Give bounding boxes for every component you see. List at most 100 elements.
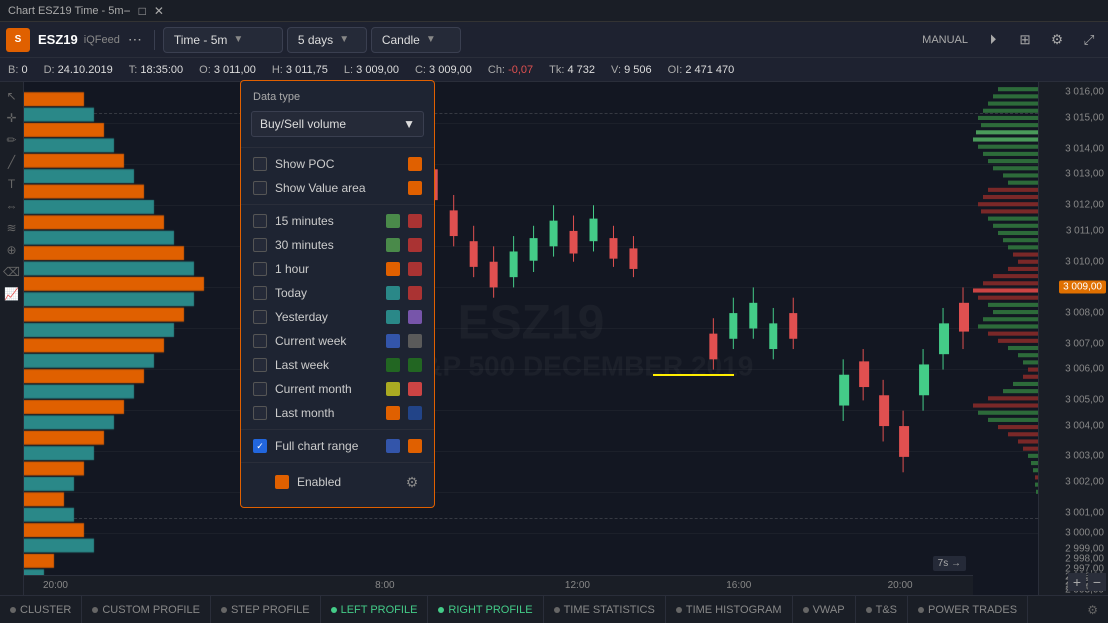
enabled-row[interactable]: Enabled ⚙ — [241, 467, 434, 497]
time-histogram-label: TIME HISTOGRAM — [686, 604, 782, 616]
power-trades-button[interactable]: POWER TRADES — [908, 596, 1028, 623]
current-week-checkbox[interactable] — [253, 334, 267, 348]
current-week-row[interactable]: Current week — [241, 329, 434, 353]
last-week-checkbox[interactable] — [253, 358, 267, 372]
last-month-checkbox[interactable] — [253, 406, 267, 420]
data-v: V: 9 506 — [611, 64, 652, 76]
yesterday-checkbox[interactable] — [253, 310, 267, 324]
data-type-select[interactable]: Buy/Sell volume ▼ — [251, 111, 424, 137]
replay-button[interactable]: ⏵ — [980, 27, 1006, 53]
show-value-area-checkbox[interactable] — [253, 181, 267, 195]
power-trades-dot — [918, 607, 924, 613]
expand-button[interactable]: ⤢ — [1076, 27, 1102, 53]
draw-tool[interactable]: ✏ — [2, 130, 22, 150]
15min-color1[interactable] — [386, 214, 400, 228]
zoom-out-button[interactable]: − — [1088, 573, 1106, 591]
step-profile-button[interactable]: STEP PROFILE — [211, 596, 321, 623]
show-value-area-row[interactable]: Show Value area — [241, 176, 434, 200]
indicator-tool[interactable]: 📈 — [2, 284, 22, 304]
current-month-row[interactable]: Current month — [241, 377, 434, 401]
scroll-hint: 7s → — [933, 556, 966, 571]
cursor-tool[interactable]: ↖ — [2, 86, 22, 106]
enabled-color[interactable] — [275, 475, 289, 489]
current-month-checkbox[interactable] — [253, 382, 267, 396]
yesterday-color1[interactable] — [386, 310, 400, 324]
ts-dot — [866, 607, 872, 613]
ts-button[interactable]: T&S — [856, 596, 908, 623]
today-color1[interactable] — [386, 286, 400, 300]
yesterday-row[interactable]: Yesterday — [241, 305, 434, 329]
30min-color1[interactable] — [386, 238, 400, 252]
range-dropdown[interactable]: 5 days ▼ — [287, 27, 367, 53]
yesterday-color2[interactable] — [408, 310, 422, 324]
1hour-checkbox[interactable] — [253, 262, 267, 276]
1hour-row[interactable]: 1 hour — [241, 257, 434, 281]
last-month-color1[interactable] — [386, 406, 400, 420]
last-week-row[interactable]: Last week — [241, 353, 434, 377]
30min-checkbox[interactable] — [253, 238, 267, 252]
eraser-tool[interactable]: ⌫ — [2, 262, 22, 282]
fib-tool[interactable]: ≋ — [2, 218, 22, 238]
last-week-color1[interactable] — [386, 358, 400, 372]
time-statistics-button[interactable]: TIME STATISTICS — [544, 596, 666, 623]
show-poc-label: Show POC — [275, 157, 400, 171]
15min-color2[interactable] — [408, 214, 422, 228]
today-row[interactable]: Today — [241, 281, 434, 305]
15min-row[interactable]: 15 minutes — [241, 209, 434, 233]
time-histogram-button[interactable]: TIME HISTOGRAM — [666, 596, 793, 623]
custom-profile-button[interactable]: CUSTOM PROFILE — [82, 596, 211, 623]
cluster-button[interactable]: CLUSTER — [0, 596, 82, 623]
show-poc-color[interactable] — [408, 157, 422, 171]
current-month-color2[interactable] — [408, 382, 422, 396]
data-type-panel: Data type Buy/Sell volume ▼ Show POC Sho… — [240, 80, 435, 508]
charttype-dropdown[interactable]: Candle ▼ — [371, 27, 461, 53]
zoom-tool[interactable]: ⊕ — [2, 240, 22, 260]
data-ch: Ch: -0,07 — [488, 64, 533, 76]
minimize-button[interactable]: − — [124, 4, 131, 18]
show-poc-row[interactable]: Show POC — [241, 152, 434, 176]
right-volume-profile — [973, 82, 1038, 575]
crosshair-tool[interactable]: ✛ — [2, 108, 22, 128]
full-chart-range-color1[interactable] — [386, 439, 400, 453]
full-chart-range-color2[interactable] — [408, 439, 422, 453]
enabled-settings-icon[interactable]: ⚙ — [402, 472, 422, 492]
panel-divider — [241, 429, 434, 430]
left-profile-button[interactable]: LEFT PROFILE — [321, 596, 429, 623]
power-trades-label: POWER TRADES — [928, 604, 1017, 616]
line-tool[interactable]: ╱ — [2, 152, 22, 172]
close-button[interactable]: ✕ — [154, 4, 164, 18]
time-label-4: 16:00 — [726, 580, 751, 591]
last-month-color2[interactable] — [408, 406, 422, 420]
30min-row[interactable]: 30 minutes — [241, 233, 434, 257]
timeframe-dropdown[interactable]: Time - 5m ▼ — [163, 27, 283, 53]
full-chart-range-row[interactable]: Full chart range — [241, 434, 434, 458]
today-color2[interactable] — [408, 286, 422, 300]
symbol-menu-button[interactable]: ⋯ — [124, 29, 146, 50]
show-value-area-color[interactable] — [408, 181, 422, 195]
ruler-tool[interactable]: ⇔ — [2, 196, 22, 216]
bottom-settings-button[interactable]: ⚙ — [1077, 603, 1108, 617]
settings-button[interactable]: ⚙ — [1044, 27, 1070, 53]
zoom-in-button[interactable]: + — [1068, 573, 1086, 591]
last-month-label: Last month — [275, 406, 378, 420]
current-week-color1[interactable] — [386, 334, 400, 348]
today-checkbox[interactable] — [253, 286, 267, 300]
1hour-color1[interactable] — [386, 262, 400, 276]
30min-color2[interactable] — [408, 238, 422, 252]
last-week-color2[interactable] — [408, 358, 422, 372]
last-month-row[interactable]: Last month — [241, 401, 434, 425]
1hour-color2[interactable] — [408, 262, 422, 276]
show-poc-checkbox[interactable] — [253, 157, 267, 171]
full-chart-range-checkbox[interactable] — [253, 439, 267, 453]
15min-checkbox[interactable] — [253, 214, 267, 228]
chart-area[interactable]: ESZ19 E-MINI S&P 500 DECEMBER 2019 — [24, 82, 1038, 595]
enabled-label: Enabled — [297, 475, 394, 489]
current-week-color2[interactable] — [408, 334, 422, 348]
grid-button[interactable]: ⊞ — [1012, 27, 1038, 53]
text-tool[interactable]: T — [2, 174, 22, 194]
maximize-button[interactable]: □ — [139, 4, 146, 18]
vwap-button[interactable]: VWAP — [793, 596, 856, 623]
price-label: 3 015,00 — [1065, 112, 1104, 123]
current-month-color1[interactable] — [386, 382, 400, 396]
right-profile-button[interactable]: RIGHT PROFILE — [428, 596, 543, 623]
